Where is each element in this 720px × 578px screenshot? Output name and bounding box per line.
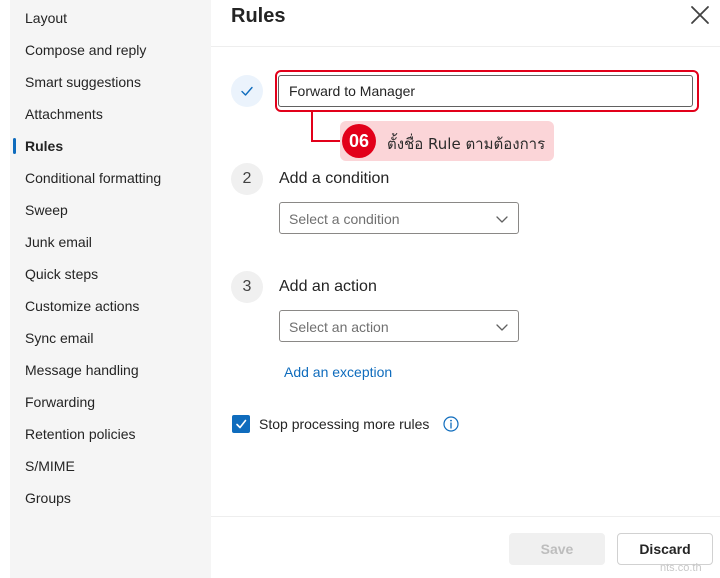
save-button[interactable]: Save [509, 533, 605, 565]
sidebar-item-retention-policies[interactable]: Retention policies [25, 426, 136, 442]
footer-divider [211, 516, 720, 517]
sidebar-item-groups[interactable]: Groups [25, 490, 71, 506]
stop-processing-checkbox[interactable] [232, 415, 250, 433]
info-icon[interactable] [442, 415, 460, 433]
chevron-down-icon [496, 216, 508, 223]
sidebar-item-compose-and-reply[interactable]: Compose and reply [25, 42, 146, 58]
sidebar-item-junk-email[interactable]: Junk email [25, 234, 92, 250]
sidebar-item-smime[interactable]: S/MIME [25, 458, 75, 474]
condition-label: Add a condition [279, 170, 390, 187]
step-3-number: 3 [231, 271, 263, 303]
annotation-number: 06 [342, 124, 376, 158]
stop-processing-label: Stop processing more rules [259, 416, 430, 432]
add-exception-link[interactable]: Add an exception [284, 364, 392, 380]
annotation-highlight [275, 70, 699, 112]
close-icon[interactable] [689, 4, 711, 26]
rules-panel: Rules 06 ตั้งชื่อ Rule ตามต้องการ 2 Add … [211, 0, 720, 578]
checkmark-icon [241, 86, 253, 96]
annotation-text: ตั้งชื่อ Rule ตามต้องการ [387, 135, 546, 153]
annotation-connector [311, 112, 343, 142]
condition-placeholder: Select a condition [289, 211, 400, 227]
checkmark-icon [236, 419, 247, 429]
step-2-number: 2 [231, 163, 263, 195]
action-dropdown[interactable]: Select an action [279, 310, 519, 342]
sidebar-item-customize-actions[interactable]: Customize actions [25, 298, 139, 314]
condition-dropdown[interactable]: Select a condition [279, 202, 519, 234]
action-placeholder: Select an action [289, 319, 389, 335]
annotation-callout: 06 ตั้งชื่อ Rule ตามต้องการ [340, 121, 554, 161]
sidebar-item-quick-steps[interactable]: Quick steps [25, 266, 98, 282]
sidebar-item-smart-suggestions[interactable]: Smart suggestions [25, 74, 141, 90]
sidebar-item-sweep[interactable]: Sweep [25, 202, 68, 218]
sidebar-item-attachments[interactable]: Attachments [25, 106, 103, 122]
sidebar-item-rules[interactable]: Rules [25, 138, 63, 154]
header-divider [211, 46, 720, 47]
page-title: Rules [231, 5, 286, 27]
active-indicator [13, 138, 16, 154]
watermark: nts.co.th [660, 562, 702, 574]
settings-sidebar: Layout Compose and reply Smart suggestio… [10, 0, 211, 578]
action-label: Add an action [279, 278, 377, 295]
sidebar-item-sync-email[interactable]: Sync email [25, 330, 93, 346]
chevron-down-icon [496, 324, 508, 331]
sidebar-item-conditional-formatting[interactable]: Conditional formatting [25, 170, 161, 186]
discard-button[interactable]: Discard [617, 533, 713, 565]
step-1-complete [231, 75, 263, 107]
sidebar-item-layout[interactable]: Layout [25, 10, 67, 26]
sidebar-item-message-handling[interactable]: Message handling [25, 362, 139, 378]
sidebar-item-forwarding[interactable]: Forwarding [25, 394, 95, 410]
